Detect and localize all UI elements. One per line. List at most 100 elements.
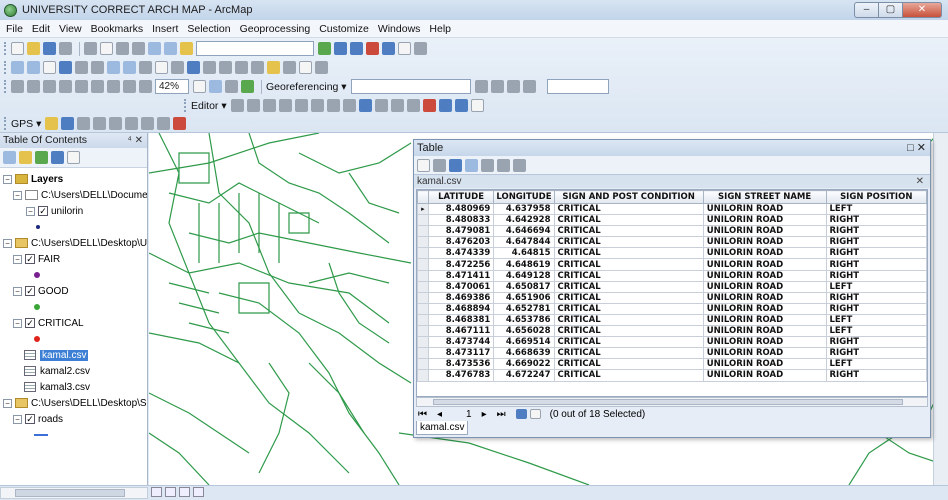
- cell-street[interactable]: UNILORIN ROAD: [702, 269, 827, 282]
- clear-selection-table-icon[interactable]: [481, 158, 494, 172]
- cell-latitude[interactable]: 8.480833: [427, 214, 495, 227]
- cut-icon[interactable]: [84, 42, 97, 55]
- trace-icon[interactable]: [294, 99, 308, 112]
- cell-position[interactable]: LEFT: [825, 358, 927, 371]
- find-route-icon[interactable]: [267, 61, 280, 74]
- table-row[interactable]: 8.479081 4.646694 CRITICAL UNILORIN ROAD RIG…: [417, 225, 927, 238]
- toc-layer-fair[interactable]: − ✓ FAIR: [0, 251, 147, 267]
- column-header-position[interactable]: SIGN POSITION: [825, 190, 927, 204]
- menu-view[interactable]: View: [59, 23, 82, 35]
- close-table-icon[interactable]: [513, 158, 526, 172]
- toolbar-grip[interactable]: [4, 61, 7, 74]
- cell-condition[interactable]: CRITICAL: [553, 369, 704, 382]
- row-selector[interactable]: [417, 214, 429, 227]
- column-header-condition[interactable]: SIGN AND POST CONDITION: [553, 190, 704, 204]
- row-selector[interactable]: [417, 258, 429, 271]
- map-vertical-scrollbar[interactable]: [933, 133, 948, 485]
- html-popup-icon[interactable]: [219, 61, 232, 74]
- gps-flash-icon[interactable]: [109, 117, 123, 130]
- editor-table-icon[interactable]: [454, 99, 468, 112]
- cell-latitude[interactable]: 8.467111: [427, 325, 495, 338]
- delete-selected-icon[interactable]: [497, 158, 510, 172]
- cell-condition[interactable]: CRITICAL: [553, 291, 704, 304]
- layout-pan-icon[interactable]: [43, 80, 56, 93]
- time-slider-icon[interactable]: [299, 61, 312, 74]
- cell-condition[interactable]: CRITICAL: [553, 347, 704, 360]
- cell-position[interactable]: RIGHT: [825, 214, 927, 227]
- list-by-source-icon[interactable]: [19, 151, 32, 164]
- row-selector[interactable]: [417, 325, 429, 338]
- editor-options-icon[interactable]: [470, 99, 484, 112]
- cell-longitude[interactable]: 4.656028: [493, 325, 555, 338]
- next-record-button[interactable]: ▸: [482, 409, 487, 420]
- gps-options-icon[interactable]: [125, 117, 139, 130]
- cell-street[interactable]: UNILORIN ROAD: [702, 236, 827, 249]
- layout-zoom-in-icon[interactable]: [11, 80, 24, 93]
- delete-icon[interactable]: [132, 42, 145, 55]
- zoom-out-icon[interactable]: [27, 61, 40, 74]
- table-row[interactable]: 8.470061 4.650817 CRITICAL UNILORIN ROAD LEF…: [417, 280, 927, 293]
- data-view-icon[interactable]: [151, 487, 162, 497]
- cell-street[interactable]: UNILORIN ROAD: [702, 214, 827, 227]
- scrollbar-thumb[interactable]: [15, 489, 125, 497]
- create-features-icon[interactable]: [438, 99, 452, 112]
- collapse-icon[interactable]: −: [3, 238, 12, 248]
- toolbar-grip[interactable]: [184, 99, 187, 112]
- cell-longitude[interactable]: 4.647844: [493, 236, 555, 249]
- gps-reset-icon[interactable]: [141, 117, 155, 130]
- table-row[interactable]: 8.472256 4.648619 CRITICAL UNILORIN ROAD RIG…: [417, 258, 927, 271]
- view-link-table-icon[interactable]: [522, 80, 536, 93]
- zoom-percent-combo[interactable]: 42%: [155, 79, 189, 94]
- collapse-icon[interactable]: −: [13, 286, 22, 296]
- layout-forward-icon[interactable]: [139, 80, 152, 93]
- table-window-controls[interactable]: □ ✕: [907, 140, 926, 156]
- layer-visibility-checkbox[interactable]: ✓: [25, 318, 35, 328]
- pause-drawing-icon[interactable]: [193, 487, 204, 497]
- toc-folder-node[interactable]: − C:\Users\DELL\Documen: [0, 187, 147, 203]
- toc-folder-node[interactable]: − C:\Users\DELL\Desktop\U: [0, 235, 147, 251]
- row-selector[interactable]: [417, 225, 429, 238]
- row-selector-header[interactable]: [417, 190, 429, 204]
- layout-view-icon[interactable]: [165, 487, 176, 497]
- cell-longitude[interactable]: 4.649128: [493, 269, 555, 282]
- layout-back-icon[interactable]: [123, 80, 136, 93]
- minimize-button[interactable]: –: [854, 2, 878, 18]
- cell-street[interactable]: UNILORIN ROAD: [702, 280, 827, 293]
- critical-point-symbol-icon[interactable]: [34, 336, 40, 342]
- current-record-field[interactable]: 1: [466, 409, 472, 420]
- editor-toolbar-icon[interactable]: [318, 42, 331, 55]
- row-selector[interactable]: [417, 302, 429, 315]
- toc-layer-critical[interactable]: − ✓ CRITICAL: [0, 315, 147, 331]
- row-selector[interactable]: [417, 313, 429, 327]
- layout-fixed-zoom-in-icon[interactable]: [91, 80, 104, 93]
- menu-edit[interactable]: Edit: [32, 23, 50, 35]
- menu-selection[interactable]: Selection: [187, 23, 230, 35]
- cell-longitude[interactable]: 4.64815: [493, 247, 555, 260]
- gps-pan-icon[interactable]: [77, 117, 91, 130]
- layout-zoom-out-icon[interactable]: [27, 80, 40, 93]
- paste-icon[interactable]: [116, 42, 129, 55]
- cell-longitude[interactable]: 4.668639: [493, 347, 555, 360]
- toc-table-kamal2[interactable]: kamal2.csv: [0, 363, 147, 379]
- forward-extent-icon[interactable]: [123, 61, 136, 74]
- select-elements-icon[interactable]: [171, 61, 184, 74]
- cell-latitude[interactable]: 8.468894: [427, 302, 495, 315]
- gps-flag-icon[interactable]: [173, 117, 187, 130]
- cell-longitude[interactable]: 4.642928: [493, 214, 555, 227]
- cell-latitude[interactable]: 8.471411: [427, 269, 495, 282]
- cell-latitude[interactable]: 8.476203: [427, 236, 495, 249]
- select-by-attributes-icon[interactable]: [449, 158, 462, 172]
- row-selector[interactable]: [417, 247, 429, 260]
- cell-position[interactable]: LEFT: [825, 313, 927, 327]
- clear-selection-icon[interactable]: [155, 61, 168, 74]
- new-document-icon[interactable]: [11, 42, 24, 55]
- row-selector[interactable]: [417, 291, 429, 304]
- cell-longitude[interactable]: 4.669514: [493, 336, 555, 349]
- menu-file[interactable]: File: [6, 23, 23, 35]
- fixed-zoom-in-icon[interactable]: [75, 61, 88, 74]
- gps-menu[interactable]: GPS ▾: [11, 118, 41, 130]
- fixed-zoom-out-icon[interactable]: [91, 61, 104, 74]
- cell-condition[interactable]: CRITICAL: [553, 247, 704, 260]
- layer-visibility-checkbox[interactable]: ✓: [25, 254, 35, 264]
- toc-horizontal-scrollbar[interactable]: [0, 487, 148, 499]
